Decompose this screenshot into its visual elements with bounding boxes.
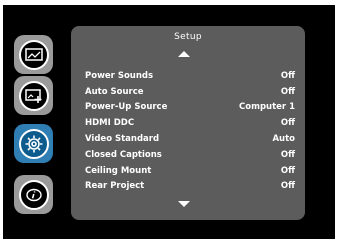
scroll-down-arrow-icon[interactable] bbox=[178, 201, 190, 207]
menu-item-label: Power-Up Source bbox=[85, 102, 168, 113]
info-icon bbox=[18, 179, 49, 210]
menu-item-label: Ceiling Mount bbox=[85, 165, 152, 176]
menu-item-value: Off bbox=[280, 118, 295, 129]
menu-item-ceiling-mount[interactable]: Ceiling Mount Off bbox=[85, 163, 295, 179]
setup-menu-panel: Setup Power Sounds Off Auto Source Off P… bbox=[71, 26, 305, 220]
menu-item-value: Auto bbox=[272, 134, 295, 145]
menu-item-value: Off bbox=[280, 86, 295, 97]
scroll-up-arrow-icon[interactable] bbox=[178, 51, 190, 57]
picture-menu-button[interactable] bbox=[14, 35, 53, 74]
settings-gear-icon bbox=[18, 128, 49, 159]
menu-item-video-standard[interactable]: Video Standard Auto bbox=[85, 131, 295, 147]
osd-screen: Setup Power Sounds Off Auto Source Off P… bbox=[3, 5, 335, 239]
menu-list: Power Sounds Off Auto Source Off Power-U… bbox=[85, 68, 295, 194]
menu-item-value: Off bbox=[280, 165, 295, 176]
picture-icon bbox=[18, 39, 49, 70]
menu-item-power-up-source[interactable]: Power-Up Source Computer 1 bbox=[85, 100, 295, 116]
menu-item-rear-project[interactable]: Rear Project Off bbox=[85, 179, 295, 195]
menu-item-value: Off bbox=[280, 149, 295, 160]
menu-item-hdmi-ddc[interactable]: HDMI DDC Off bbox=[85, 115, 295, 131]
advanced-picture-menu-button[interactable] bbox=[14, 76, 53, 115]
menu-item-label: Auto Source bbox=[85, 86, 144, 97]
info-menu-button[interactable] bbox=[14, 175, 53, 214]
menu-item-auto-source[interactable]: Auto Source Off bbox=[85, 84, 295, 100]
advanced-picture-icon bbox=[18, 80, 49, 111]
menu-item-value: Computer 1 bbox=[239, 102, 295, 113]
menu-item-value: Off bbox=[280, 181, 295, 192]
menu-item-label: Closed Captions bbox=[85, 149, 162, 160]
menu-item-label: Video Standard bbox=[85, 134, 160, 145]
menu-title: Setup bbox=[174, 32, 202, 42]
menu-item-label: Power Sounds bbox=[85, 70, 154, 81]
menu-item-closed-captions[interactable]: Closed Captions Off bbox=[85, 147, 295, 163]
menu-item-label: Rear Project bbox=[85, 181, 145, 192]
setup-menu-button[interactable] bbox=[14, 124, 53, 163]
menu-item-value: Off bbox=[280, 70, 295, 81]
menu-item-label: HDMI DDC bbox=[85, 118, 135, 129]
menu-item-power-sounds[interactable]: Power Sounds Off bbox=[85, 68, 295, 84]
